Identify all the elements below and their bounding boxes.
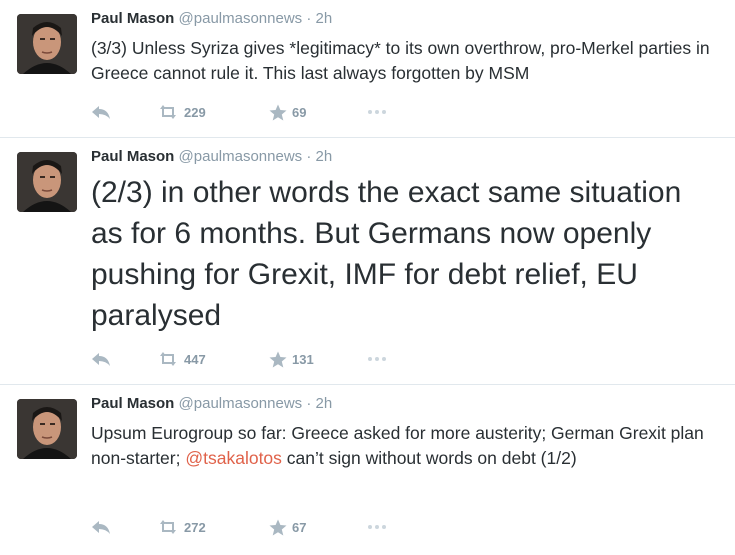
author-name[interactable]: Paul Mason	[91, 10, 174, 27]
reply-icon	[92, 353, 110, 366]
timestamp[interactable]: 2h	[316, 395, 333, 412]
timestamp[interactable]: 2h	[316, 148, 333, 165]
favorite-icon	[269, 351, 287, 368]
separator: ·	[306, 10, 312, 27]
retweet-icon	[160, 352, 176, 366]
favorite-count: 67	[292, 520, 307, 535]
timestamp[interactable]: 2h	[316, 10, 333, 27]
retweet-count: 447	[184, 351, 206, 367]
retweet-icon	[160, 520, 176, 534]
favorite-count: 131	[292, 352, 314, 367]
favorite-button[interactable]: 67	[269, 519, 306, 536]
avatar[interactable]	[17, 14, 77, 74]
tweet-header: Paul Mason @paulmasonnews · 2h	[91, 395, 332, 412]
tweet[interactable]: Paul Mason @paulmasonnews · 2h (3/3) Unl…	[0, 0, 735, 138]
favorite-icon	[269, 104, 287, 121]
retweet-button[interactable]: 272	[157, 519, 206, 535]
retweet-count: 272	[184, 519, 206, 535]
reply-button[interactable]	[91, 104, 111, 120]
tweet[interactable]: Paul Mason @paulmasonnews · 2h Upsum Eur…	[0, 385, 735, 555]
retweet-count: 229	[184, 104, 206, 120]
author-handle[interactable]: @paulmasonnews	[179, 395, 303, 412]
more-button[interactable]	[367, 519, 387, 535]
tweet-text: (3/3) Unless Syriza gives *legitimacy* t…	[91, 38, 710, 83]
tweet[interactable]: Paul Mason @paulmasonnews · 2h (2/3) in …	[0, 138, 735, 385]
retweet-button[interactable]: 229	[157, 104, 206, 120]
tweet-text: Upsum Eurogroup so far: Greece asked for…	[91, 421, 721, 471]
favorite-icon	[269, 519, 287, 536]
tweet-header: Paul Mason @paulmasonnews · 2h	[91, 10, 332, 27]
retweet-icon	[160, 105, 176, 119]
more-button[interactable]	[367, 351, 387, 367]
author-name[interactable]: Paul Mason	[91, 395, 174, 412]
more-button[interactable]	[367, 104, 387, 120]
mention-link[interactable]: @tsakalotos	[185, 448, 282, 468]
tweet-text-after: can’t sign without words on debt (1/2)	[281, 448, 577, 468]
favorite-button[interactable]: 69	[269, 104, 306, 121]
favorite-count: 69	[292, 105, 307, 120]
reply-button[interactable]	[91, 351, 111, 367]
tweet-header: Paul Mason @paulmasonnews · 2h	[91, 148, 332, 165]
avatar[interactable]	[17, 152, 77, 212]
author-handle[interactable]: @paulmasonnews	[179, 148, 303, 165]
more-icon	[368, 110, 386, 114]
reply-icon	[92, 521, 110, 534]
retweet-button[interactable]: 447	[157, 351, 206, 367]
separator: ·	[306, 148, 312, 165]
more-icon	[368, 357, 386, 361]
tweet-text: (2/3) in other words the exact same situ…	[91, 176, 682, 332]
avatar[interactable]	[17, 399, 77, 459]
reply-icon	[92, 106, 110, 119]
favorite-button[interactable]: 131	[269, 351, 314, 368]
reply-button[interactable]	[91, 519, 111, 535]
author-handle[interactable]: @paulmasonnews	[179, 10, 303, 27]
more-icon	[368, 525, 386, 529]
author-name[interactable]: Paul Mason	[91, 148, 174, 165]
separator: ·	[306, 395, 312, 412]
